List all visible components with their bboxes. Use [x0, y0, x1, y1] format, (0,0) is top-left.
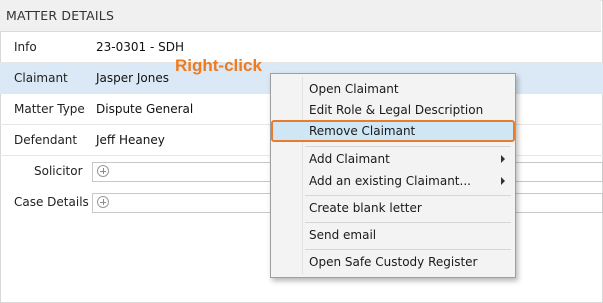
claimant-value[interactable]: Jasper Jones — [96, 71, 169, 85]
context-menu: Open Claimant Edit Role & Legal Descript… — [270, 73, 516, 278]
case-details-label: Case Details — [14, 195, 89, 209]
defendant-value[interactable]: Jeff Heaney — [96, 133, 165, 147]
menu-separator — [305, 146, 511, 147]
menu-item-label: Send email — [309, 228, 377, 242]
solicitor-label: Solicitor — [34, 164, 83, 178]
defendant-label: Defendant — [14, 133, 78, 147]
menu-item-create-blank-letter[interactable]: Create blank letter — [273, 197, 513, 219]
menu-item-add-existing-claimant[interactable]: Add an existing Claimant... — [273, 170, 513, 192]
menu-item-send-email[interactable]: Send email — [273, 224, 513, 246]
right-click-annotation: Right-click — [175, 56, 262, 75]
plus-circle-icon[interactable] — [97, 165, 109, 177]
matter-type-value[interactable]: Dispute General — [96, 102, 193, 116]
menu-separator — [305, 249, 511, 250]
menu-item-add-claimant[interactable]: Add Claimant — [273, 148, 513, 170]
matter-type-label: Matter Type — [14, 102, 85, 116]
info-row: Info 23-0301 - SDH — [0, 32, 603, 63]
panel-title: MATTER DETAILS — [6, 8, 115, 23]
menu-item-edit-role[interactable]: Edit Role & Legal Description — [273, 99, 513, 121]
claimant-label: Claimant — [14, 71, 68, 85]
info-label: Info — [14, 40, 37, 54]
panel-header: MATTER DETAILS — [0, 0, 601, 32]
menu-item-open-safe-custody-register[interactable]: Open Safe Custody Register — [273, 251, 513, 273]
menu-item-label: Remove Claimant — [309, 124, 416, 138]
menu-item-label: Edit Role & Legal Description — [309, 103, 484, 117]
menu-item-remove-claimant[interactable]: Remove Claimant — [271, 120, 515, 142]
submenu-arrow-icon — [501, 177, 505, 185]
menu-separator — [305, 222, 511, 223]
menu-item-label: Open Claimant — [309, 82, 399, 96]
menu-item-open-claimant[interactable]: Open Claimant — [273, 78, 513, 100]
info-value: 23-0301 - SDH — [96, 40, 184, 54]
menu-separator — [305, 195, 511, 196]
menu-item-label: Add Claimant — [309, 152, 390, 166]
menu-item-label: Open Safe Custody Register — [309, 255, 478, 269]
menu-item-label: Create blank letter — [309, 201, 422, 215]
plus-circle-icon[interactable] — [97, 196, 109, 208]
menu-item-label: Add an existing Claimant... — [309, 174, 471, 188]
submenu-arrow-icon — [501, 155, 505, 163]
